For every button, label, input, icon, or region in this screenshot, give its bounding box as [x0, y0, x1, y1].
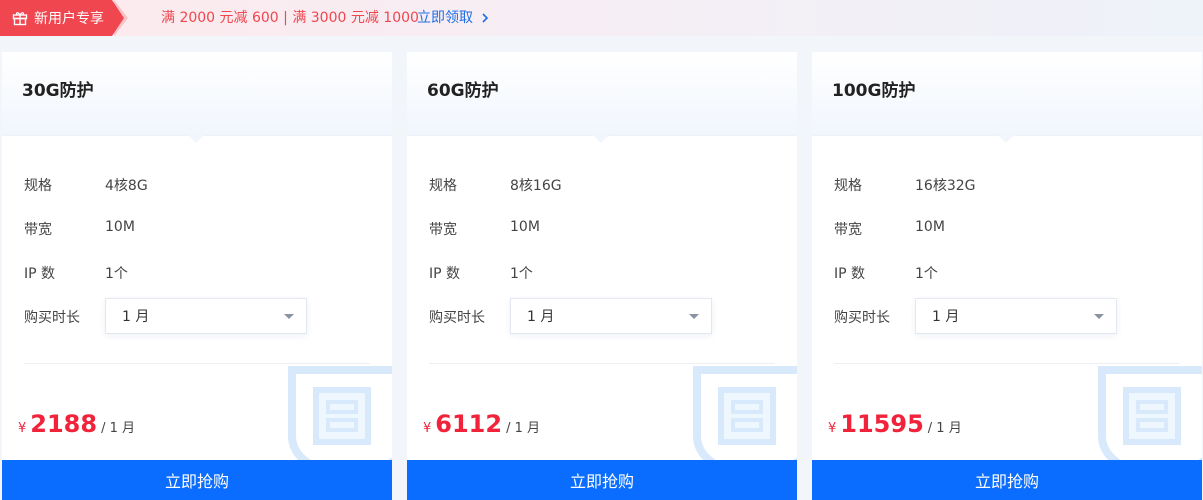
- bandwidth-value: 10M: [915, 219, 945, 235]
- duration-label: 购买时长: [24, 310, 80, 326]
- price-amount: 2188: [30, 410, 98, 438]
- ip-value: 1个: [915, 266, 938, 282]
- buy-now-button[interactable]: 立即抢购: [2, 460, 392, 500]
- spec-label: 规格: [834, 178, 862, 194]
- price-unit: / 1 月: [506, 421, 540, 436]
- ip-label: IP 数: [429, 266, 461, 282]
- bandwidth-value: 10M: [510, 219, 540, 235]
- card-title: 30G防护: [22, 81, 94, 101]
- duration-select[interactable]: 1 月: [510, 298, 712, 334]
- price-amount: 6112: [435, 410, 503, 438]
- buy-now-button[interactable]: 立即抢购: [812, 460, 1202, 500]
- divider: [429, 363, 775, 364]
- divider: [834, 363, 1180, 364]
- ip-value: 1个: [510, 266, 533, 282]
- duration-select-value: 1 月: [527, 309, 555, 325]
- bandwidth-label: 带宽: [429, 222, 457, 238]
- price-unit: / 1 月: [101, 421, 135, 436]
- duration-label: 购买时长: [429, 310, 485, 326]
- plan-card-100g: 100G防护 规格 16核32G 带宽 10M IP 数 1个 购买时长 1 月…: [812, 52, 1202, 500]
- promo-tag-label: 新用户专享: [34, 11, 104, 27]
- promo-bar: 新用户专享 满 2000 元减 600 | 满 3000 元减 1000 立即领…: [0, 0, 1203, 36]
- shield-icon: [1098, 366, 1202, 462]
- chevron-right-icon: [482, 13, 489, 23]
- ip-label: IP 数: [24, 266, 56, 282]
- caret-down-icon: [1094, 314, 1104, 319]
- claim-coupon-link[interactable]: 立即领取: [417, 0, 489, 36]
- gift-icon: [12, 12, 28, 26]
- caret-down-icon: [284, 314, 294, 319]
- price: ¥ 6112 / 1 月: [423, 410, 540, 438]
- plan-card-30g: 30G防护 规格 4核8G 带宽 10M IP 数 1个 购买时长 1 月 ¥ …: [2, 52, 392, 500]
- claim-coupon-label: 立即领取: [417, 10, 473, 26]
- spec-value: 8核16G: [510, 178, 562, 194]
- spec-value: 16核32G: [915, 178, 976, 194]
- currency-symbol: ¥: [423, 421, 432, 436]
- duration-select[interactable]: 1 月: [105, 298, 307, 334]
- price: ¥ 11595 / 1 月: [828, 410, 962, 438]
- price: ¥ 2188 / 1 月: [18, 410, 135, 438]
- bandwidth-value: 10M: [105, 219, 135, 235]
- card-title: 100G防护: [832, 81, 916, 101]
- promo-offer-text: 满 2000 元减 600 | 满 3000 元减 1000: [161, 10, 419, 26]
- plan-card-60g: 60G防护 规格 8核16G 带宽 10M IP 数 1个 购买时长 1 月 ¥…: [407, 52, 797, 500]
- card-title: 60G防护: [427, 81, 499, 101]
- duration-select-value: 1 月: [122, 309, 150, 325]
- duration-label: 购买时长: [834, 310, 890, 326]
- caret-down-icon: [689, 314, 699, 319]
- bandwidth-label: 带宽: [24, 222, 52, 238]
- spec-label: 规格: [24, 178, 52, 194]
- currency-symbol: ¥: [828, 421, 837, 436]
- spec-value: 4核8G: [105, 178, 148, 194]
- shield-icon: [288, 366, 392, 462]
- shield-icon: [693, 366, 797, 462]
- buy-now-button[interactable]: 立即抢购: [407, 460, 797, 500]
- price-unit: / 1 月: [927, 421, 962, 436]
- price-amount: 11595: [840, 410, 924, 438]
- duration-select[interactable]: 1 月: [915, 298, 1117, 334]
- currency-symbol: ¥: [18, 421, 27, 436]
- divider: [24, 363, 370, 364]
- promo-tag: 新用户专享: [0, 0, 128, 36]
- ip-label: IP 数: [834, 266, 866, 282]
- bandwidth-label: 带宽: [834, 222, 862, 238]
- duration-select-value: 1 月: [932, 309, 960, 325]
- spec-label: 规格: [429, 178, 457, 194]
- ip-value: 1个: [105, 266, 128, 282]
